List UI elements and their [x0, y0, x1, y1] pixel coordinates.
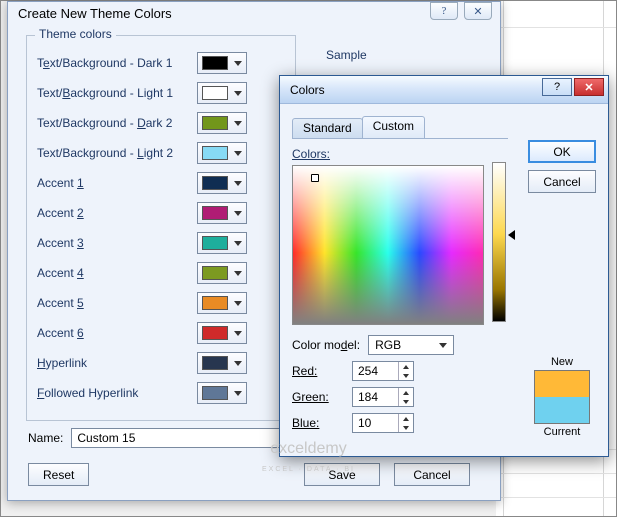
chevron-down-icon — [234, 151, 242, 156]
chevron-down-icon — [234, 241, 242, 246]
theme-color-picker[interactable] — [197, 262, 247, 284]
new-current-preview: New Current — [528, 356, 596, 438]
color-swatch — [202, 356, 228, 370]
spectrum-cursor[interactable] — [311, 174, 319, 182]
theme-color-row: Hyperlink — [37, 350, 285, 376]
colors-titlebar[interactable]: Colors ? ✕ — [280, 76, 608, 104]
color-model-select[interactable]: RGB — [368, 335, 454, 355]
theme-color-label: Accent 6 — [37, 326, 197, 340]
green-label: Green: — [292, 390, 342, 404]
chevron-down-icon — [439, 343, 447, 348]
group-legend: Theme colors — [35, 27, 116, 41]
theme-color-picker[interactable] — [197, 382, 247, 404]
theme-color-picker[interactable] — [197, 172, 247, 194]
theme-color-label: Text/Background - Dark 2 — [37, 116, 197, 130]
chevron-down-icon — [234, 211, 242, 216]
chevron-down-icon — [234, 301, 242, 306]
tab-custom[interactable]: Custom — [362, 116, 425, 138]
theme-color-label: Text/Background - Dark 1 — [37, 56, 197, 70]
color-swatch — [202, 236, 228, 250]
color-swatch — [202, 146, 228, 160]
save-button[interactable]: Save — [304, 463, 380, 486]
ok-button[interactable]: OK — [528, 140, 596, 163]
theme-color-label: Accent 2 — [37, 206, 197, 220]
color-spectrum[interactable] — [292, 165, 484, 325]
theme-color-row: Accent 3 — [37, 230, 285, 256]
theme-color-picker[interactable] — [197, 292, 247, 314]
help-icon[interactable]: ? — [430, 2, 458, 20]
chevron-down-icon — [234, 331, 242, 336]
theme-color-row: Text/Background - Light 1 — [37, 80, 285, 106]
chevron-down-icon — [234, 271, 242, 276]
current-label: Current — [528, 426, 596, 438]
red-label: Red: — [292, 364, 342, 378]
theme-color-row: Followed Hyperlink — [37, 380, 285, 406]
theme-color-picker[interactable] — [197, 142, 247, 164]
theme-color-label: Accent 5 — [37, 296, 197, 310]
color-swatch — [202, 386, 228, 400]
theme-color-row: Text/Background - Light 2 — [37, 140, 285, 166]
theme-color-row: Text/Background - Dark 1 — [37, 50, 285, 76]
color-swatch — [202, 116, 228, 130]
theme-color-row: Accent 2 — [37, 200, 285, 226]
theme-color-picker[interactable] — [197, 352, 247, 374]
close-icon[interactable]: ✕ — [464, 2, 492, 20]
luminance-bar[interactable] — [492, 162, 506, 322]
new-label: New — [528, 356, 596, 368]
color-swatch — [202, 266, 228, 280]
colors-title: Colors — [290, 83, 325, 97]
new-color-swatch — [535, 371, 589, 397]
chevron-down-icon — [234, 391, 242, 396]
sample-label: Sample — [326, 48, 367, 62]
theme-color-label: Text/Background - Light 1 — [37, 86, 197, 100]
close-icon[interactable]: ✕ — [574, 78, 604, 96]
tab-standard[interactable]: Standard — [292, 118, 363, 138]
cancel-button[interactable]: Cancel — [394, 463, 470, 486]
theme-color-label: Accent 1 — [37, 176, 197, 190]
green-spinner[interactable]: 184 — [352, 387, 414, 407]
color-model-label: Color model: — [292, 338, 360, 352]
reset-button[interactable]: Reset — [28, 463, 89, 486]
theme-color-row: Text/Background - Dark 2 — [37, 110, 285, 136]
help-icon[interactable]: ? — [542, 78, 572, 96]
luminance-pointer-icon[interactable] — [508, 230, 515, 240]
cancel-button[interactable]: Cancel — [528, 170, 596, 193]
theme-color-picker[interactable] — [197, 322, 247, 344]
color-swatch — [202, 326, 228, 340]
colors-dialog: Colors ? ✕ Standard Custom OK Cancel Col… — [279, 75, 609, 457]
dialog-title: Create New Theme Colors — [8, 2, 500, 21]
theme-color-label: Accent 4 — [37, 266, 197, 280]
theme-color-row: Accent 5 — [37, 290, 285, 316]
chevron-down-icon — [234, 121, 242, 126]
chevron-down-icon — [234, 61, 242, 66]
name-label: Name: — [28, 431, 63, 445]
theme-color-picker[interactable] — [197, 82, 247, 104]
blue-spinner[interactable]: 10 — [352, 413, 414, 433]
name-input[interactable] — [71, 428, 281, 448]
red-spinner[interactable]: 254 — [352, 361, 414, 381]
color-swatch — [202, 86, 228, 100]
theme-color-row: Accent 1 — [37, 170, 285, 196]
chevron-down-icon — [234, 91, 242, 96]
current-color-swatch — [535, 397, 589, 423]
blue-label: Blue: — [292, 416, 342, 430]
chevron-down-icon — [234, 361, 242, 366]
theme-color-picker[interactable] — [197, 112, 247, 134]
color-swatch — [202, 296, 228, 310]
chevron-down-icon — [234, 181, 242, 186]
theme-color-picker[interactable] — [197, 52, 247, 74]
color-swatch — [202, 56, 228, 70]
theme-color-row: Accent 6 — [37, 320, 285, 346]
theme-color-picker[interactable] — [197, 202, 247, 224]
theme-color-row: Accent 4 — [37, 260, 285, 286]
theme-color-picker[interactable] — [197, 232, 247, 254]
color-swatch — [202, 206, 228, 220]
theme-color-label: Followed Hyperlink — [37, 386, 197, 400]
theme-color-label: Text/Background - Light 2 — [37, 146, 197, 160]
colors-label: Colors: — [292, 147, 508, 161]
theme-color-label: Accent 3 — [37, 236, 197, 250]
color-swatch — [202, 176, 228, 190]
theme-colors-group: Theme colors Text/Background - Dark 1Tex… — [26, 35, 296, 421]
theme-color-label: Hyperlink — [37, 356, 197, 370]
